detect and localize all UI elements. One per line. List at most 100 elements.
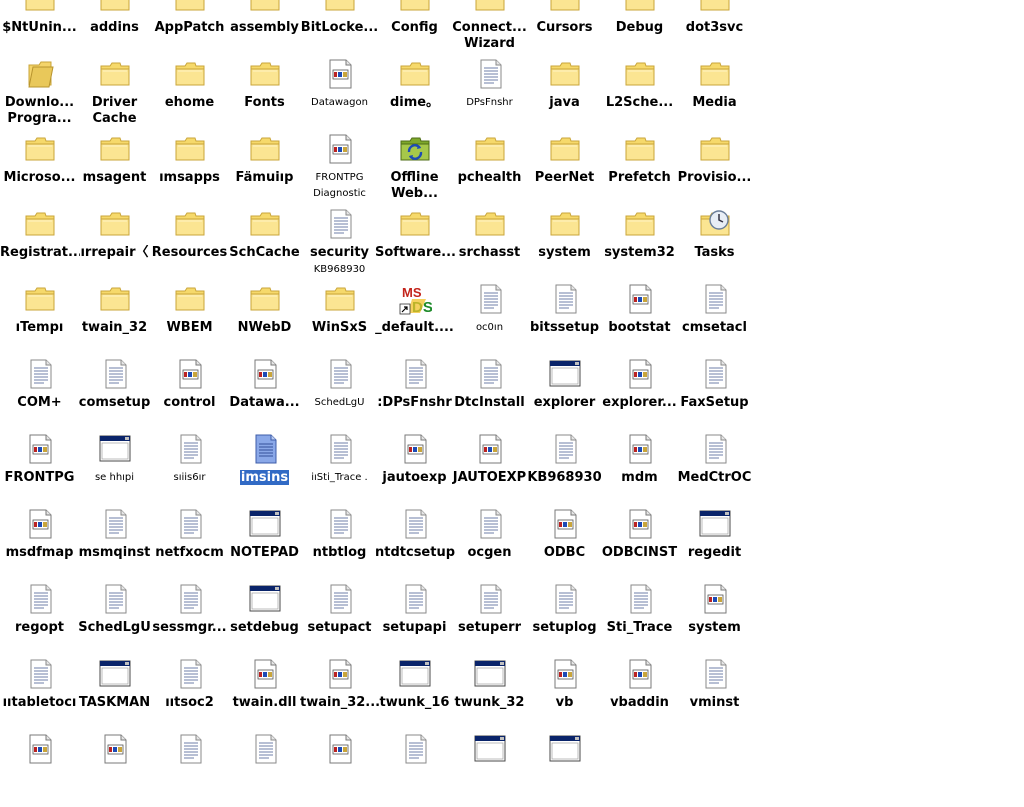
file-item-java[interactable]: java — [527, 57, 602, 132]
file-item-setuplog[interactable]: setuplog — [527, 582, 602, 657]
file-item-system[interactable]: system — [677, 582, 752, 657]
file-item-config[interactable]: Config — [377, 0, 452, 57]
file-item-addins[interactable]: addins — [77, 0, 152, 57]
file-item-item[interactable] — [302, 732, 377, 807]
file-item-comsetup[interactable]: comsetup — [77, 357, 152, 432]
file-item-assembly[interactable]: assembly — [227, 0, 302, 57]
file-item-rrepair[interactable]: ırrepair〈 — [77, 207, 152, 282]
file-item-connect[interactable]: Connect... Wizard — [452, 0, 527, 57]
file-item-resources[interactable]: Resources — [152, 207, 227, 282]
file-item-dtcinstall[interactable]: DtcInstall — [452, 357, 527, 432]
file-item-msagent[interactable]: msagent — [77, 132, 152, 207]
file-item-jautoexp[interactable]: JAUTOEXP — [452, 432, 527, 507]
file-item-item[interactable] — [2, 732, 77, 807]
file-item-faxsetup[interactable]: FaxSetup — [677, 357, 752, 432]
file-item-wbem[interactable]: WBEM — [152, 282, 227, 357]
file-item-setuperr[interactable]: setuperr — [452, 582, 527, 657]
file-item-security[interactable]: security KB968930 — [302, 207, 377, 282]
file-item-tasks[interactable]: Tasks — [677, 207, 752, 282]
file-item-setupact[interactable]: setupact — [302, 582, 377, 657]
file-item-imsins[interactable]: imsins — [227, 432, 302, 507]
file-item-peernet[interactable]: PeerNet — [527, 132, 602, 207]
file-item-dime[interactable]: dime。 — [377, 57, 452, 132]
file-item-item[interactable] — [227, 732, 302, 807]
file-item-datawa[interactable]: Datawa... — [227, 357, 302, 432]
file-item-provisio[interactable]: Provisio... — [677, 132, 752, 207]
file-item-system[interactable]: system — [527, 207, 602, 282]
file-item-cursors[interactable]: Cursors — [527, 0, 602, 57]
file-item-bootstat[interactable]: bootstat — [602, 282, 677, 357]
file-item-ehome[interactable]: ehome — [152, 57, 227, 132]
file-item-frontpg[interactable]: FRONTPG — [2, 432, 77, 507]
file-item-explorer[interactable]: explorer — [527, 357, 602, 432]
file-item-srchasst[interactable]: srchasst — [452, 207, 527, 282]
file-item-driver[interactable]: Driver Cache — [77, 57, 152, 132]
file-item-regedit[interactable]: regedit — [677, 507, 752, 582]
file-item-sti-trace[interactable]: Sti_Trace — [602, 582, 677, 657]
file-item-vminst[interactable]: vminst — [677, 657, 752, 732]
file-item-pchealth[interactable]: pchealth — [452, 132, 527, 207]
file-item-frontpg[interactable]: FRONTPG Diagnostic — [302, 132, 377, 207]
file-item-i-sti-trace[interactable]: iıSti_Trace . — [302, 432, 377, 507]
file-item-cmsetacl[interactable]: cmsetacl — [677, 282, 752, 357]
file-item-sessmgr[interactable]: sessmgr... — [152, 582, 227, 657]
file-item-vb[interactable]: vb — [527, 657, 602, 732]
file-item-schedlgu[interactable]: SchedLgU — [302, 357, 377, 432]
file-item-dpsfnshr[interactable]: :DPsFnshr — [377, 357, 452, 432]
file-item-nwebd[interactable]: NWebD — [227, 282, 302, 357]
file-item-msmqinst[interactable]: msmqinst — [77, 507, 152, 582]
file-item-control[interactable]: control — [152, 357, 227, 432]
file-item-prefetch[interactable]: Prefetch — [602, 132, 677, 207]
file-item-fonts[interactable]: Fonts — [227, 57, 302, 132]
file-item-twain-32[interactable]: twain_32... — [300, 657, 380, 732]
file-item-schedlgu[interactable]: SchedLgU — [77, 582, 152, 657]
file-item-ntunin[interactable]: $NtUnin... — [2, 0, 77, 57]
file-item-jautoexp[interactable]: jautoexp — [377, 432, 452, 507]
file-item-odbc[interactable]: ODBC — [527, 507, 602, 582]
file-item-dot3svc[interactable]: dot3svc — [677, 0, 752, 57]
file-item-msapps[interactable]: ımsapps — [152, 132, 227, 207]
file-item-l2sche[interactable]: L2Sche... — [602, 57, 677, 132]
file-item-regopt[interactable]: regopt — [2, 582, 77, 657]
file-item-explorer[interactable]: explorer... — [602, 357, 677, 432]
file-item-com[interactable]: COM+ — [2, 357, 77, 432]
file-item-tsoc2[interactable]: ııtsoc2 — [152, 657, 227, 732]
file-item-item[interactable] — [152, 732, 227, 807]
file-item-tabletoc[interactable]: ııtabletocı — [2, 657, 77, 732]
file-item-item[interactable] — [527, 732, 602, 807]
file-item-setupapi[interactable]: setupapi — [377, 582, 452, 657]
file-item-setdebug[interactable]: setdebug — [227, 582, 302, 657]
file-item-ntdtcsetup[interactable]: ntdtcsetup — [375, 507, 455, 582]
file-item-twain-32[interactable]: twain_32 — [77, 282, 152, 357]
file-item-msdfmap[interactable]: msdfmap — [2, 507, 77, 582]
file-item-software[interactable]: Software... — [375, 207, 455, 282]
file-item-netfxocm[interactable]: netfxocm — [152, 507, 227, 582]
file-item-twunk-32[interactable]: twunk_32 — [452, 657, 527, 732]
file-item-item[interactable] — [377, 732, 452, 807]
file-item-offline[interactable]: Offline Web... — [377, 132, 452, 207]
file-item-dpsfnshr[interactable]: DPsFnshr — [452, 57, 527, 132]
file-item-winsxs[interactable]: WinSxS — [302, 282, 377, 357]
file-item-microso[interactable]: Microso... — [2, 132, 77, 207]
file-item-medctroc[interactable]: MedCtrOC — [677, 432, 752, 507]
file-item-item[interactable] — [77, 732, 152, 807]
file-item-item[interactable] — [452, 732, 527, 807]
file-item-media[interactable]: Media — [677, 57, 752, 132]
file-item-temp[interactable]: ıTempı — [2, 282, 77, 357]
file-item-vbaddin[interactable]: vbaddin — [602, 657, 677, 732]
file-item-bitlocke[interactable]: BitLocke... — [301, 0, 378, 57]
file-item-mdm[interactable]: mdm — [602, 432, 677, 507]
file-item-debug[interactable]: Debug — [602, 0, 677, 57]
file-item-se-hh-pi[interactable]: se hhıpi — [77, 432, 152, 507]
file-item-s-iis6-r[interactable]: sıiis6ır — [152, 432, 227, 507]
file-item-ntbtlog[interactable]: ntbtlog — [302, 507, 377, 582]
file-item-twunk-16[interactable]: twunk_16 — [377, 657, 452, 732]
file-item-ocgen[interactable]: ocgen — [452, 507, 527, 582]
file-item-apppatch[interactable]: AppPatch — [152, 0, 227, 57]
file-item-schcache[interactable]: SchCache — [227, 207, 302, 282]
file-item-bitssetup[interactable]: bitssetup — [527, 282, 602, 357]
file-item-downlo[interactable]: Downlo... Progra... — [2, 57, 77, 132]
file-item-odbcinst[interactable]: ODBCINST — [602, 507, 677, 582]
file-item-system32[interactable]: system32 — [602, 207, 677, 282]
file-item-datawagon[interactable]: Datawagon — [302, 57, 377, 132]
